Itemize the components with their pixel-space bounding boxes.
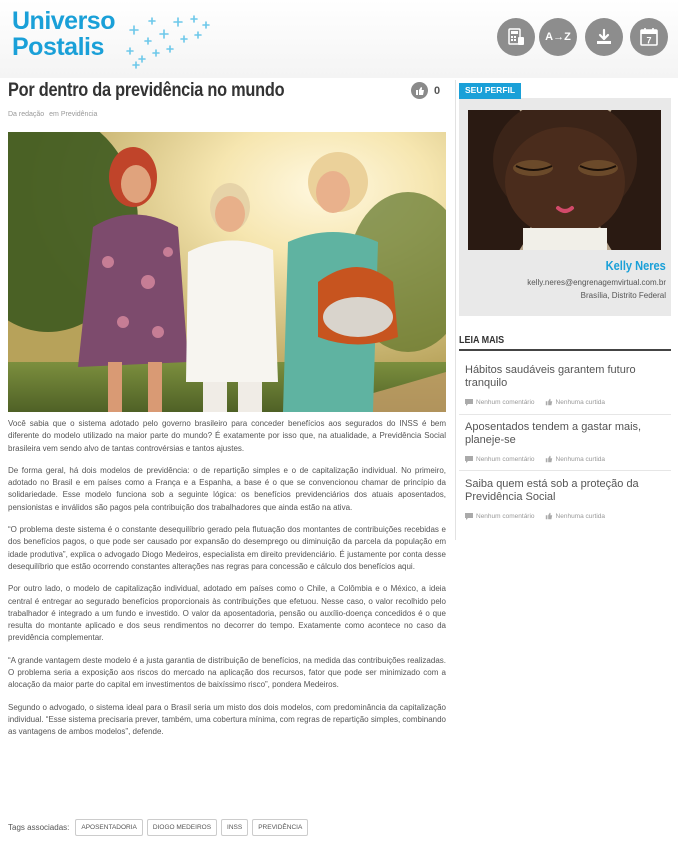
leia-mais-item-meta: Nenhum comentário Nenhuma curtida: [465, 512, 605, 520]
profile-section-title: SEU PERFIL: [459, 83, 522, 99]
thumbs-up-icon: [415, 86, 424, 95]
likes-count: Nenhuma curtida: [555, 455, 606, 463]
thumbs-up-icon: [545, 455, 552, 463]
glossary-button[interactable]: A→Z: [539, 18, 577, 56]
glossary-az-icon: A→Z: [545, 31, 571, 43]
article-paragraph: Por outro lado, o modelo de capitalizaçã…: [8, 584, 446, 643]
calendar-day: 7: [646, 36, 651, 46]
article-likes[interactable]: 0: [411, 82, 440, 99]
likes-count: 0: [434, 84, 441, 97]
leia-mais-item-title[interactable]: Aposentados tendem a gastar mais, planej…: [465, 421, 665, 446]
article-paragraph: Você sabia que o sistema adotado pelo go…: [8, 419, 446, 453]
tag-diogo-medeiros[interactable]: DIOGO MEDEIROS: [146, 819, 218, 836]
article-paragraph: “A grande vantagem deste modelo é a just…: [8, 655, 446, 690]
tag-inss[interactable]: INSS: [221, 819, 249, 836]
divider: [459, 470, 671, 471]
divider: [459, 414, 671, 415]
tag-previdencia[interactable]: PREVIDÊNCIA: [252, 819, 309, 836]
tag-aposentadoria[interactable]: APOSENTADORIA: [75, 819, 143, 836]
site-header: Universo Postalis A→Z 7: [0, 0, 678, 78]
leia-mais-title: LEIA MAIS: [459, 335, 505, 346]
article-paragraph: Segundo o advogado, o sistema ideal para…: [8, 702, 446, 737]
tags-label: Tags associadas:: [8, 823, 70, 832]
leia-mais-item[interactable]: Saiba quem está sob a proteção da Previd…: [459, 478, 671, 528]
comment-icon: [465, 455, 473, 463]
thumbs-up-icon: [545, 398, 552, 406]
leia-mais-item-title[interactable]: Saiba quem está sob a proteção da Previd…: [465, 478, 665, 503]
byline-author: Da redação: [8, 111, 45, 118]
calendar-button[interactable]: 7: [630, 18, 668, 56]
like-button[interactable]: [411, 82, 428, 99]
comments-count: Nenhum comentário: [476, 455, 535, 463]
likes-meta: Nenhuma curtida: [545, 398, 606, 406]
comments-meta: Nenhum comentário: [465, 512, 535, 520]
comment-icon: [465, 512, 473, 520]
download-icon: [597, 28, 611, 44]
hero-photo-women-walking: [8, 132, 446, 412]
leia-mais-rule: [459, 349, 671, 351]
logo-sparkles: [126, 15, 210, 69]
article-body: Você sabia que o sistema adotado pelo go…: [8, 418, 446, 749]
byline: Da redação em Previdência: [8, 111, 100, 118]
likes-meta: Nenhuma curtida: [545, 455, 606, 463]
article-hero-image: [8, 132, 446, 412]
column-divider: [455, 80, 456, 540]
leia-mais-item-title[interactable]: Hábitos saudáveis garantem futuro tranqu…: [465, 364, 665, 389]
calculator-icon: [508, 28, 524, 45]
byline-category[interactable]: em Previdência: [49, 111, 97, 118]
profile-email: kelly.neres@engrenagemvirtual.com.br: [527, 278, 666, 287]
profile-avatar[interactable]: [468, 110, 661, 250]
comments-meta: Nenhum comentário: [465, 455, 535, 463]
leia-mais-item[interactable]: Aposentados tendem a gastar mais, planej…: [459, 421, 671, 471]
profile-location: Brasília, Distrito Federal: [580, 291, 666, 300]
likes-meta: Nenhuma curtida: [545, 512, 606, 520]
calculator-button[interactable]: [497, 18, 535, 56]
download-button[interactable]: [585, 18, 623, 56]
comments-count: Nenhum comentário: [476, 512, 535, 520]
comments-count: Nenhum comentário: [476, 398, 535, 406]
avatar-doll-photo: [468, 110, 661, 250]
profile-name[interactable]: Kelly Neres: [606, 258, 666, 273]
calendar-icon: 7: [640, 28, 658, 46]
likes-count: Nenhuma curtida: [555, 512, 606, 520]
leia-mais-item-meta: Nenhum comentário Nenhuma curtida: [465, 455, 605, 463]
article-paragraph: De forma geral, há dois modelos de previ…: [8, 465, 446, 512]
thumbs-up-icon: [545, 512, 552, 520]
comment-icon: [465, 398, 473, 406]
likes-count: Nenhuma curtida: [555, 398, 606, 406]
article-paragraph: “O problema deste sistema é o constante …: [8, 525, 446, 571]
comments-meta: Nenhum comentário: [465, 398, 535, 406]
leia-mais-item-meta: Nenhum comentário Nenhuma curtida: [465, 398, 605, 406]
leia-mais-item[interactable]: Hábitos saudáveis garantem futuro tranqu…: [459, 364, 671, 414]
associated-tags: Tags associadas: APOSENTADORIA DIOGO MED…: [8, 819, 309, 836]
site-logo[interactable]: Universo Postalis: [12, 8, 212, 72]
article-title: Por dentro da previdência no mundo: [8, 80, 285, 101]
